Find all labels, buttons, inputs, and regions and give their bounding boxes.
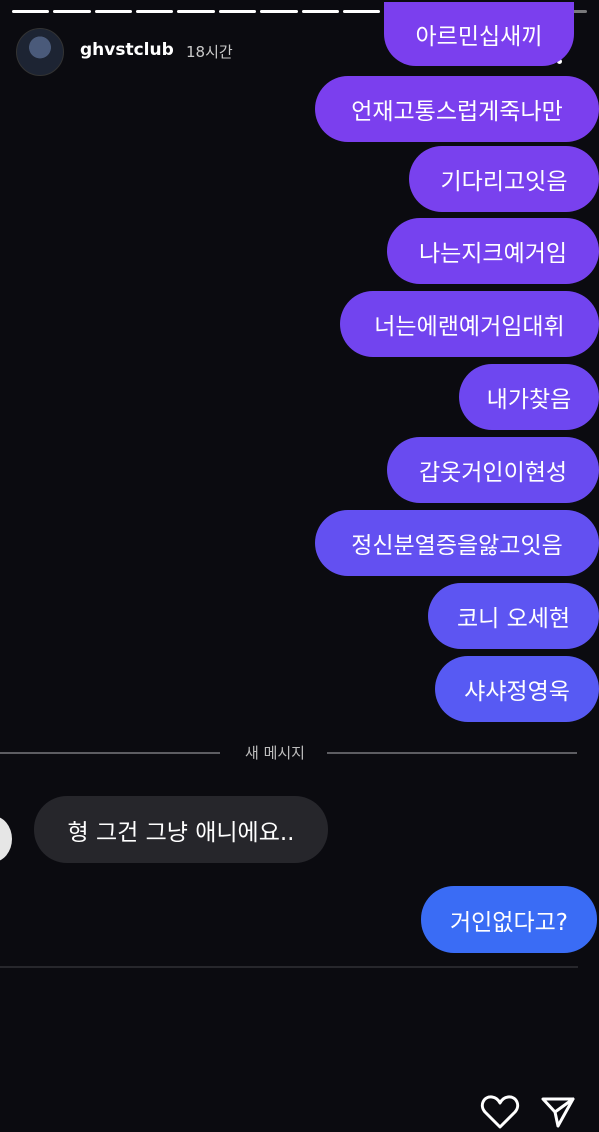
progress-segment [94, 10, 133, 13]
sent-message: 아르민십새끼 [384, 2, 574, 66]
post-time: 18시간 [186, 43, 233, 61]
new-messages-label: 새 메시지 [245, 744, 305, 762]
sender-avatar[interactable] [0, 816, 12, 862]
progress-segment [177, 10, 215, 13]
progress-segment [301, 10, 339, 13]
sent-message: 언재고통스럽게죽나만 [315, 76, 599, 142]
sent-message: 갑옷거인이현성 [387, 437, 599, 503]
progress-segment [12, 10, 50, 13]
sent-message: 나는지크예거임 [387, 218, 599, 284]
progress-segment [218, 10, 257, 13]
progress-segment [53, 10, 91, 13]
username[interactable]: ghvstclub [80, 40, 174, 60]
heart-icon[interactable] [480, 1094, 520, 1130]
progress-segment [260, 10, 298, 13]
sent-message: 기다리고잇음 [409, 146, 599, 212]
divider-line [0, 966, 578, 968]
sent-message: 거인없다고? [421, 886, 597, 953]
sent-message: 너는에랜예거임대휘 [340, 291, 599, 357]
sent-message: 코니 오세현 [428, 583, 599, 649]
avatar[interactable] [16, 28, 64, 76]
send-icon[interactable] [540, 1095, 576, 1129]
divider-line [0, 752, 220, 754]
received-message: 형 그건 그냥 애니에요.. [34, 796, 328, 863]
divider-line [327, 752, 577, 754]
sent-message: 샤샤정영욱 [435, 656, 599, 722]
sent-message: 정신분열증을앓고잇음 [315, 510, 599, 576]
progress-segment [342, 10, 381, 13]
sent-message: 내가찾음 [459, 364, 599, 430]
progress-segment [136, 10, 174, 13]
